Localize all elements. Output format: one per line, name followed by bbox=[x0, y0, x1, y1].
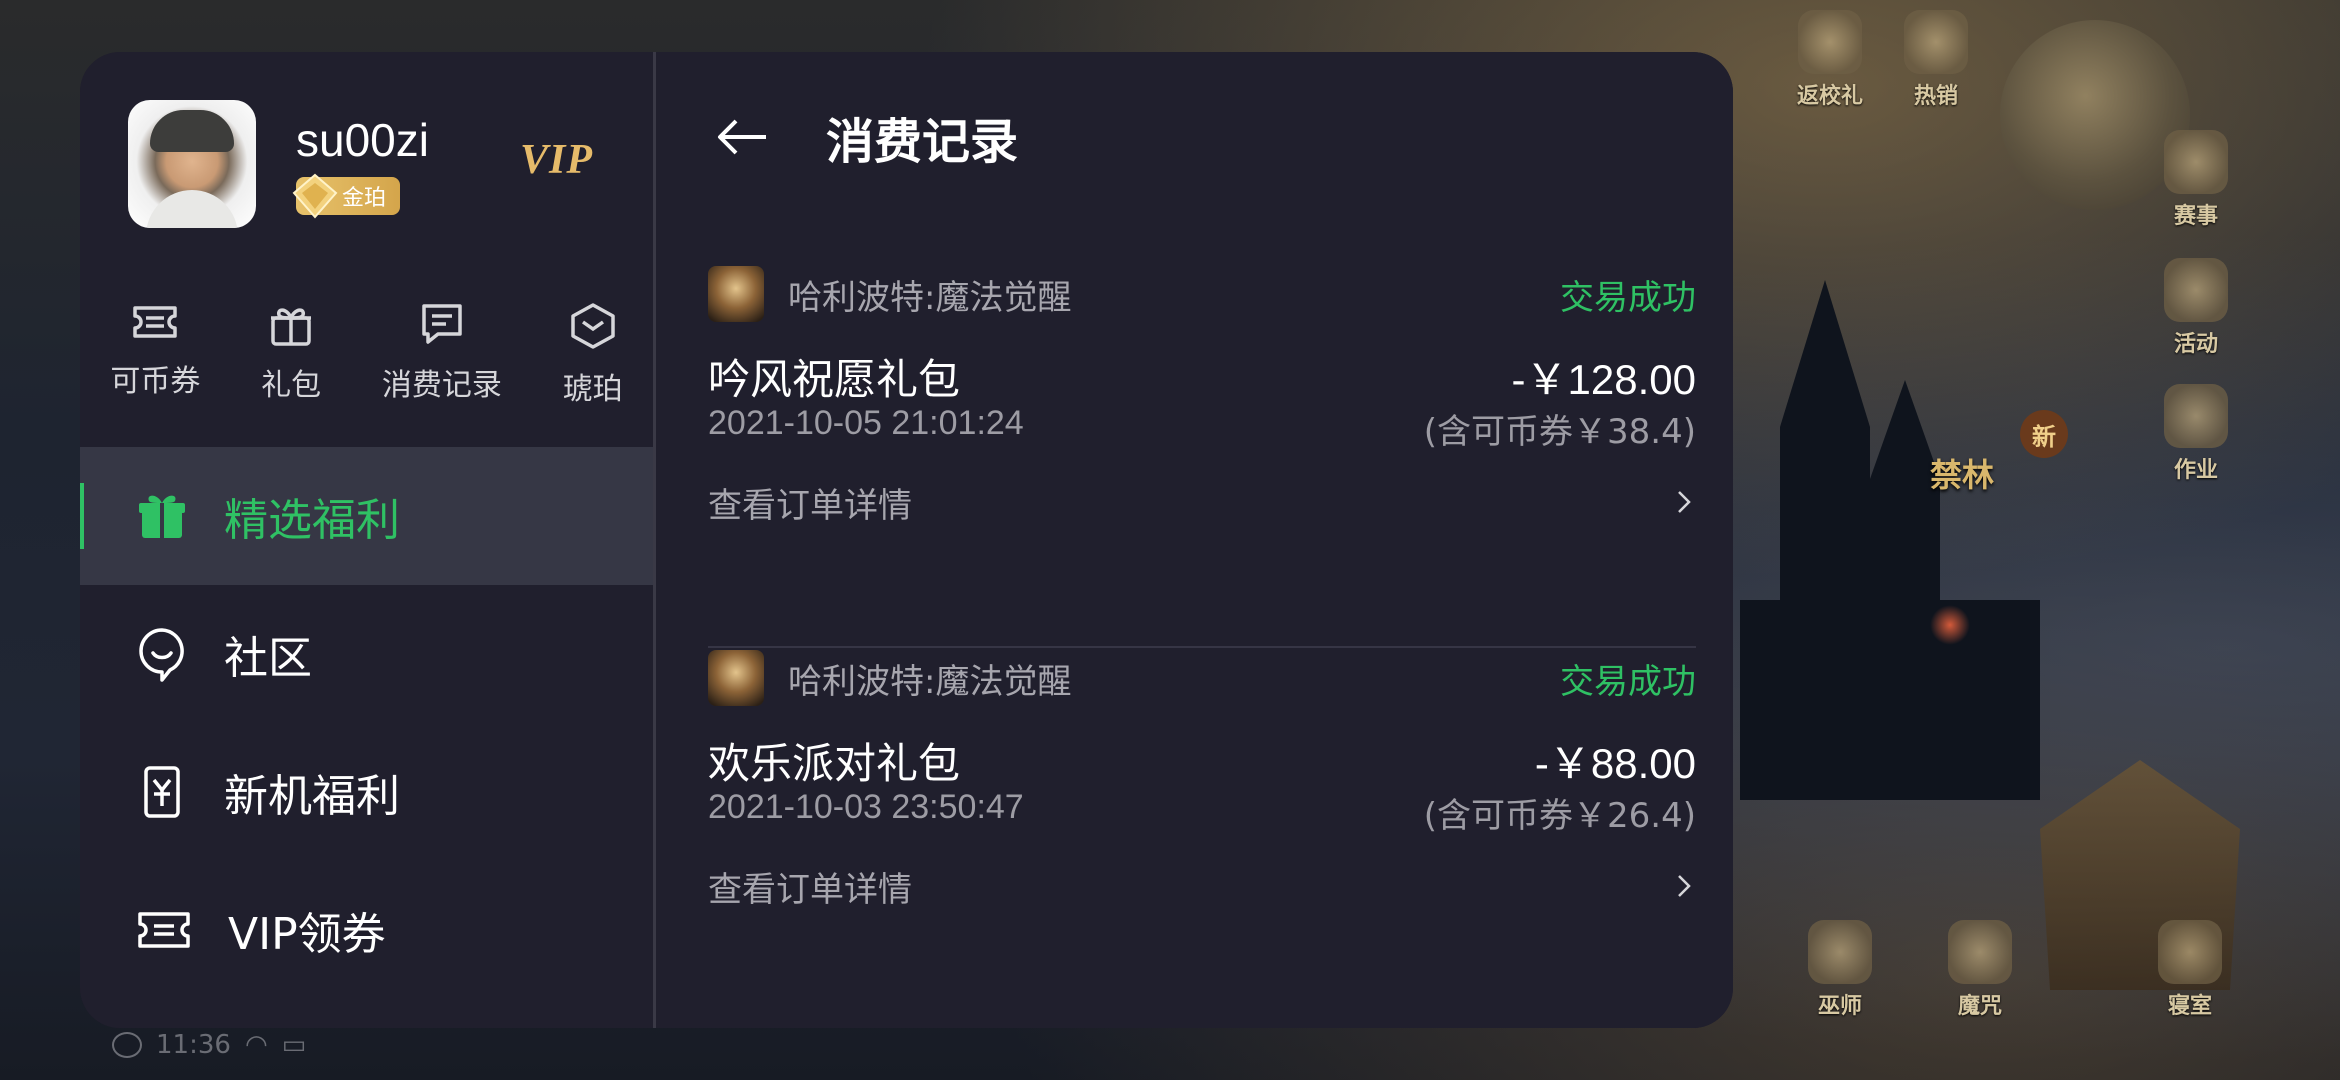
activity-icon[interactable]: 活动 bbox=[2156, 258, 2236, 358]
view-order-details[interactable]: 查看订单详情 bbox=[708, 860, 1696, 912]
order-top-row: 哈利波特:魔法觉醒 交易成功 bbox=[708, 648, 1696, 708]
chat-bubble-icon bbox=[139, 628, 184, 682]
order-list: 哈利波特:魔法觉醒 交易成功 吟风祝愿礼包 -￥128.00 2021-10-0… bbox=[708, 264, 1696, 1028]
amber-icon bbox=[570, 303, 615, 349]
records-icon bbox=[422, 304, 462, 344]
records-header: 消费记录 bbox=[712, 102, 1018, 172]
hot-sale-icon[interactable]: 热销 bbox=[1896, 10, 1976, 110]
sidebar-item-label: 社区 bbox=[224, 633, 312, 684]
username: su00zi bbox=[296, 114, 429, 166]
game-thumbnail bbox=[708, 266, 764, 322]
order-coupon-note: (含可币券￥38.4) bbox=[1423, 412, 1696, 452]
wizard-icon[interactable]: 巫师 bbox=[1800, 920, 1880, 1020]
view-order-details[interactable]: 查看订单详情 bbox=[708, 476, 1696, 528]
quick-action-amber[interactable]: 琥珀 bbox=[563, 302, 623, 408]
page-title: 消费记录 bbox=[826, 114, 1019, 170]
overlay-panel: su00zi 金珀 VIP 可币券 礼包 消费记录 琥珀 精选福利 社区 新机福… bbox=[80, 52, 1733, 1028]
quick-action-gift[interactable]: 礼包 bbox=[261, 302, 321, 408]
quick-action-label: 消费记录 bbox=[381, 368, 502, 403]
sidebar-item-label: 精选福利 bbox=[224, 495, 400, 546]
order-card: 哈利波特:魔法觉醒 交易成功 吟风祝愿礼包 -￥128.00 2021-10-0… bbox=[708, 264, 1696, 648]
wifi-icon: ◠ bbox=[244, 1030, 268, 1060]
game-name: 哈利波特:魔法觉醒 bbox=[788, 277, 1072, 318]
back-arrow-icon bbox=[718, 119, 766, 155]
yen-phone-icon bbox=[144, 766, 180, 818]
quick-action-label: 可币券 bbox=[110, 364, 201, 399]
settings-icon bbox=[112, 1032, 142, 1058]
quick-action-label: 琥珀 bbox=[562, 372, 623, 407]
ticket-icon bbox=[133, 306, 178, 338]
quick-action-records[interactable]: 消费记录 bbox=[382, 302, 502, 408]
game-status-bar: 11:36 ◠ ▭ bbox=[112, 1030, 306, 1060]
sidebar-item-vip-coupons[interactable]: VIP领券 bbox=[80, 861, 653, 999]
match-icon[interactable]: 赛事 bbox=[2156, 130, 2236, 230]
clock-time: 11:36 bbox=[156, 1030, 231, 1060]
view-details-label: 查看订单详情 bbox=[708, 869, 912, 910]
new-badge: 新 bbox=[2020, 410, 2068, 458]
order-price: -￥88.00 bbox=[1534, 740, 1696, 787]
return-gift-icon[interactable]: 返校礼 bbox=[1790, 10, 1870, 110]
game-thumbnail bbox=[708, 650, 764, 706]
order-top-row: 哈利波特:魔法觉醒 交易成功 bbox=[708, 264, 1696, 324]
gift-icon bbox=[139, 495, 185, 538]
order-item-name: 欢乐派对礼包 bbox=[708, 739, 961, 788]
sidebar-item-community[interactable]: 社区 bbox=[80, 585, 653, 723]
sidebar: su00zi 金珀 VIP 可币券 礼包 消费记录 琥珀 精选福利 社区 新机福… bbox=[80, 52, 653, 1028]
avatar[interactable] bbox=[128, 100, 256, 228]
records-content: 消费记录 哈利波特:魔法觉醒 交易成功 吟风祝愿礼包 -￥128.00 2021… bbox=[656, 52, 1733, 1028]
order-time: 2021-10-03 23:50:47 bbox=[708, 788, 1024, 826]
tier-badge: 金珀 bbox=[292, 173, 401, 219]
coupon-icon bbox=[138, 912, 190, 948]
forbidden-forest-label[interactable]: 禁林 bbox=[1930, 450, 1994, 496]
sidebar-item-new-device-benefits[interactable]: 新机福利 bbox=[80, 723, 653, 861]
sidebar-item-featured-benefits[interactable]: 精选福利 bbox=[80, 447, 653, 585]
fire-glow bbox=[1930, 605, 1970, 645]
quick-action-coin-voucher[interactable]: 可币券 bbox=[110, 302, 200, 408]
order-card: 哈利波特:魔法觉醒 交易成功 欢乐派对礼包 -￥88.00 2021-10-03… bbox=[708, 648, 1696, 1028]
homework-icon[interactable]: 作业 bbox=[2156, 384, 2236, 484]
game-name: 哈利波特:魔法觉醒 bbox=[788, 661, 1072, 702]
order-status: 交易成功 bbox=[1560, 661, 1696, 702]
chevron-right-icon bbox=[1678, 875, 1691, 897]
order-time: 2021-10-05 21:01:24 bbox=[708, 404, 1024, 442]
profile-block[interactable]: su00zi 金珀 bbox=[128, 100, 429, 228]
quick-action-label: 礼包 bbox=[261, 368, 322, 403]
sidebar-item-label: 新机福利 bbox=[224, 771, 400, 822]
view-details-label: 查看订单详情 bbox=[708, 485, 912, 526]
sidebar-menu: 精选福利 社区 新机福利 VIP领券 bbox=[80, 447, 653, 999]
quick-actions: 可币券 礼包 消费记录 琥珀 bbox=[80, 302, 653, 408]
order-price: -￥128.00 bbox=[1511, 356, 1696, 403]
order-item-name: 吟风祝愿礼包 bbox=[708, 355, 961, 404]
chevron-right-icon bbox=[1678, 491, 1691, 513]
order-status: 交易成功 bbox=[1560, 277, 1696, 318]
order-coupon-note: (含可币券￥26.4) bbox=[1423, 796, 1696, 836]
spell-icon[interactable]: 魔咒 bbox=[1940, 920, 2020, 1020]
sidebar-item-label: VIP领券 bbox=[228, 909, 386, 960]
diamond-icon bbox=[292, 173, 338, 219]
castle-wall bbox=[1740, 600, 2040, 800]
tier-label: 金珀 bbox=[342, 186, 387, 211]
battery-icon: ▭ bbox=[281, 1030, 307, 1060]
gift-icon bbox=[271, 308, 312, 346]
dorm-icon[interactable]: 寝室 bbox=[2150, 920, 2230, 1020]
vip-label[interactable]: VIP bbox=[520, 136, 593, 184]
back-button[interactable] bbox=[712, 107, 772, 167]
